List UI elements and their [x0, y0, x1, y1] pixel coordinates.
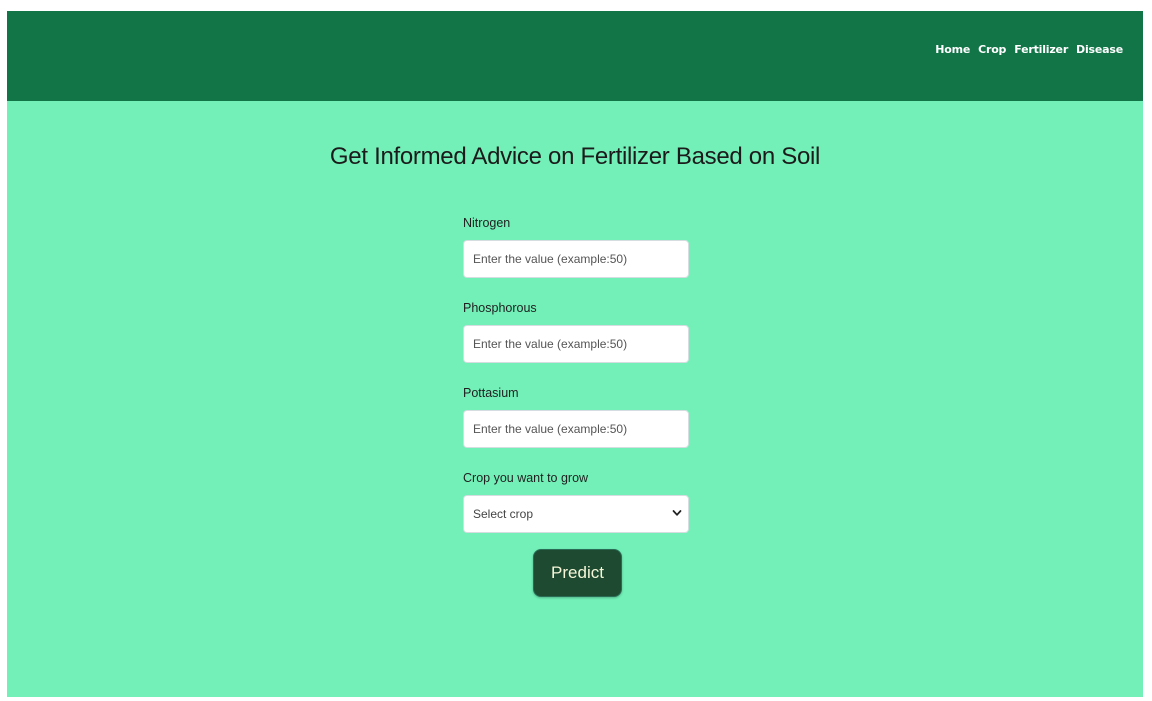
pottasium-label: Pottasium	[463, 386, 519, 400]
pottasium-input[interactable]	[463, 410, 689, 448]
phosphorous-input[interactable]	[463, 325, 689, 363]
chevron-down-icon	[672, 510, 682, 516]
nav-links: Home Crop Fertilizer Disease	[935, 43, 1123, 56]
nav-link-crop[interactable]: Crop	[978, 43, 1006, 56]
nitrogen-label: Nitrogen	[463, 216, 511, 230]
predict-button[interactable]: Predict	[533, 549, 622, 597]
nav-link-home[interactable]: Home	[935, 43, 970, 56]
crop-label: Crop you want to grow	[463, 471, 589, 485]
nav-link-fertilizer[interactable]: Fertilizer	[1014, 43, 1068, 56]
phosphorous-label: Phosphorous	[463, 301, 537, 315]
fertilizer-form: Nitrogen Phosphorous Pottasium Crop you …	[463, 213, 689, 533]
navbar: Home Crop Fertilizer Disease	[7, 11, 1143, 101]
crop-select-value[interactable]: Select crop	[463, 495, 689, 533]
crop-select[interactable]: Select crop	[463, 495, 689, 533]
nav-link-disease[interactable]: Disease	[1076, 43, 1123, 56]
page-title: Get Informed Advice on Fertilizer Based …	[329, 143, 821, 170]
nitrogen-input[interactable]	[463, 240, 689, 278]
